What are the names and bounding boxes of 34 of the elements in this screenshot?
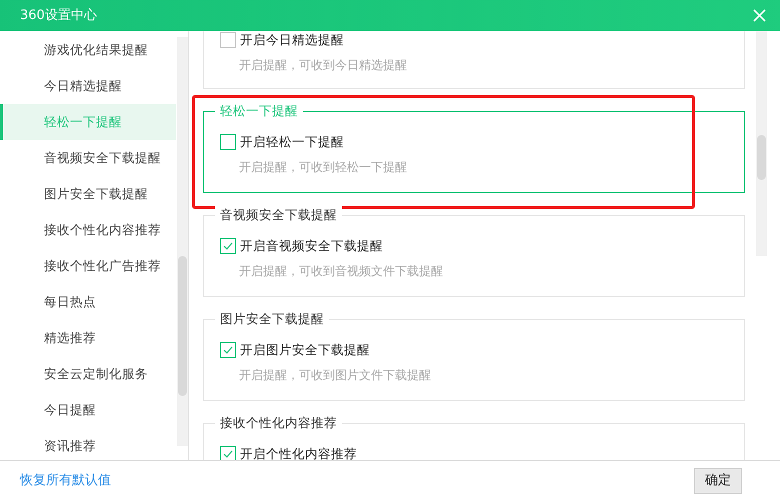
checkbox-label[interactable]: 开启轻松一下提醒	[240, 132, 344, 152]
option-description: 开启提醒，可收到图片文件下载提醒	[238, 367, 432, 384]
sidebar-item[interactable]: 图片安全下载提醒	[0, 176, 176, 212]
checkbox-label[interactable]: 开启音视频安全下载提醒	[240, 236, 383, 256]
scrollbar-thumb[interactable]	[757, 135, 766, 180]
sidebar-item[interactable]: 今日精选提醒	[0, 68, 176, 104]
checkbox[interactable]	[220, 446, 236, 460]
checkbox[interactable]	[220, 342, 236, 358]
option-description: 开启提醒，可收到轻松一下提醒	[238, 159, 408, 176]
group-title: 接收个性化内容推荐	[215, 414, 342, 432]
sidebar-item[interactable]: 资讯推荐	[0, 428, 176, 464]
sidebar-item[interactable]: 今日提醒	[0, 392, 176, 428]
option-description: 开启提醒，可收到音视频文件下载提醒	[238, 263, 444, 280]
group-title: 轻松一下提醒	[215, 102, 303, 120]
sidebar-item[interactable]: 游戏优化结果提醒	[0, 32, 176, 68]
checkbox[interactable]	[220, 238, 236, 254]
sidebar-item[interactable]: 精选推荐	[0, 320, 176, 356]
checkbox-label[interactable]: 开启个性化内容推荐	[240, 444, 357, 460]
scrollbar-thumb[interactable]	[178, 256, 187, 396]
checkbox[interactable]	[220, 134, 236, 150]
checkbox[interactable]	[220, 32, 236, 48]
sidebar-item[interactable]: 安全云定制化服务	[0, 356, 176, 392]
group-title: 图片安全下载提醒	[215, 310, 329, 328]
close-icon	[752, 9, 766, 22]
group-title: 音视频安全下载提醒	[215, 206, 342, 224]
sidebar-item[interactable]: 接收个性化内容推荐	[0, 212, 176, 248]
sidebar-item[interactable]: 接收个性化广告推荐	[0, 248, 176, 284]
checkbox-label[interactable]: 开启今日精选提醒	[240, 31, 344, 50]
option-description: 开启提醒，可收到今日精选提醒	[238, 57, 408, 74]
checkbox-label[interactable]: 开启图片安全下载提醒	[240, 340, 370, 360]
sidebar-item[interactable]: 音视频安全下载提醒	[0, 140, 176, 176]
confirm-button[interactable]: 确定	[694, 468, 742, 494]
sidebar-item[interactable]: 每日热点	[0, 284, 176, 320]
window-title: 360设置中心	[20, 6, 97, 25]
